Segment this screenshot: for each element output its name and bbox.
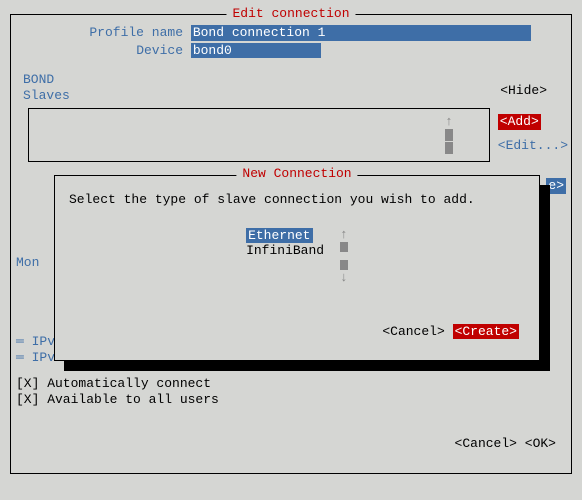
device-input[interactable]: bond0 — [191, 43, 321, 59]
modal-create-button[interactable]: <Create> — [453, 324, 519, 340]
slaves-scrollbar[interactable]: ↑ — [445, 115, 453, 155]
ipv6-expander[interactable]: ═ — [16, 350, 32, 365]
profile-name-input[interactable]: Bond connection 1 — [191, 25, 531, 41]
modal-cancel-button[interactable]: <Cancel> — [382, 324, 444, 340]
bond-section: BOND Slaves — [23, 72, 559, 103]
device-label: Device — [63, 43, 183, 59]
modal-scrollbar[interactable]: ↑ ↓ — [340, 228, 348, 284]
dialog-title: Edit connection — [226, 6, 355, 22]
all-users-checkbox[interactable]: [X] Available to all users — [16, 392, 219, 408]
outer-cancel-button[interactable]: <Cancel> — [455, 436, 517, 452]
arrow-up-icon: ↑ — [445, 115, 453, 128]
new-connection-dialog: New Connection Select the type of slave … — [54, 175, 540, 361]
modal-title: New Connection — [236, 166, 357, 182]
add-button[interactable]: <Add> — [498, 114, 541, 130]
profile-name-label: Profile name — [63, 25, 183, 41]
slaves-list[interactable] — [28, 108, 490, 162]
slaves-label: Slaves — [23, 88, 559, 104]
auto-connect-checkbox[interactable]: [X] Automatically connect — [16, 376, 219, 392]
ipv4-label: IPv — [32, 334, 55, 349]
modal-prompt: Select the type of slave connection you … — [69, 192, 525, 208]
ipv4-expander[interactable]: ═ — [16, 334, 32, 349]
option-ethernet[interactable]: Ethernet — [246, 228, 312, 244]
ipv6-label: IPv — [32, 350, 55, 365]
option-infiniband[interactable]: InfiniBand — [246, 243, 324, 259]
hide-button[interactable]: <Hide> — [500, 83, 547, 99]
arrow-up-icon: ↑ — [340, 228, 348, 241]
outer-ok-button[interactable]: <OK> — [525, 436, 556, 452]
mon-label: Mon — [16, 255, 39, 271]
edit-button[interactable]: <Edit...> — [498, 138, 568, 154]
bond-label: BOND — [23, 72, 559, 88]
arrow-down-icon: ↓ — [340, 271, 348, 284]
